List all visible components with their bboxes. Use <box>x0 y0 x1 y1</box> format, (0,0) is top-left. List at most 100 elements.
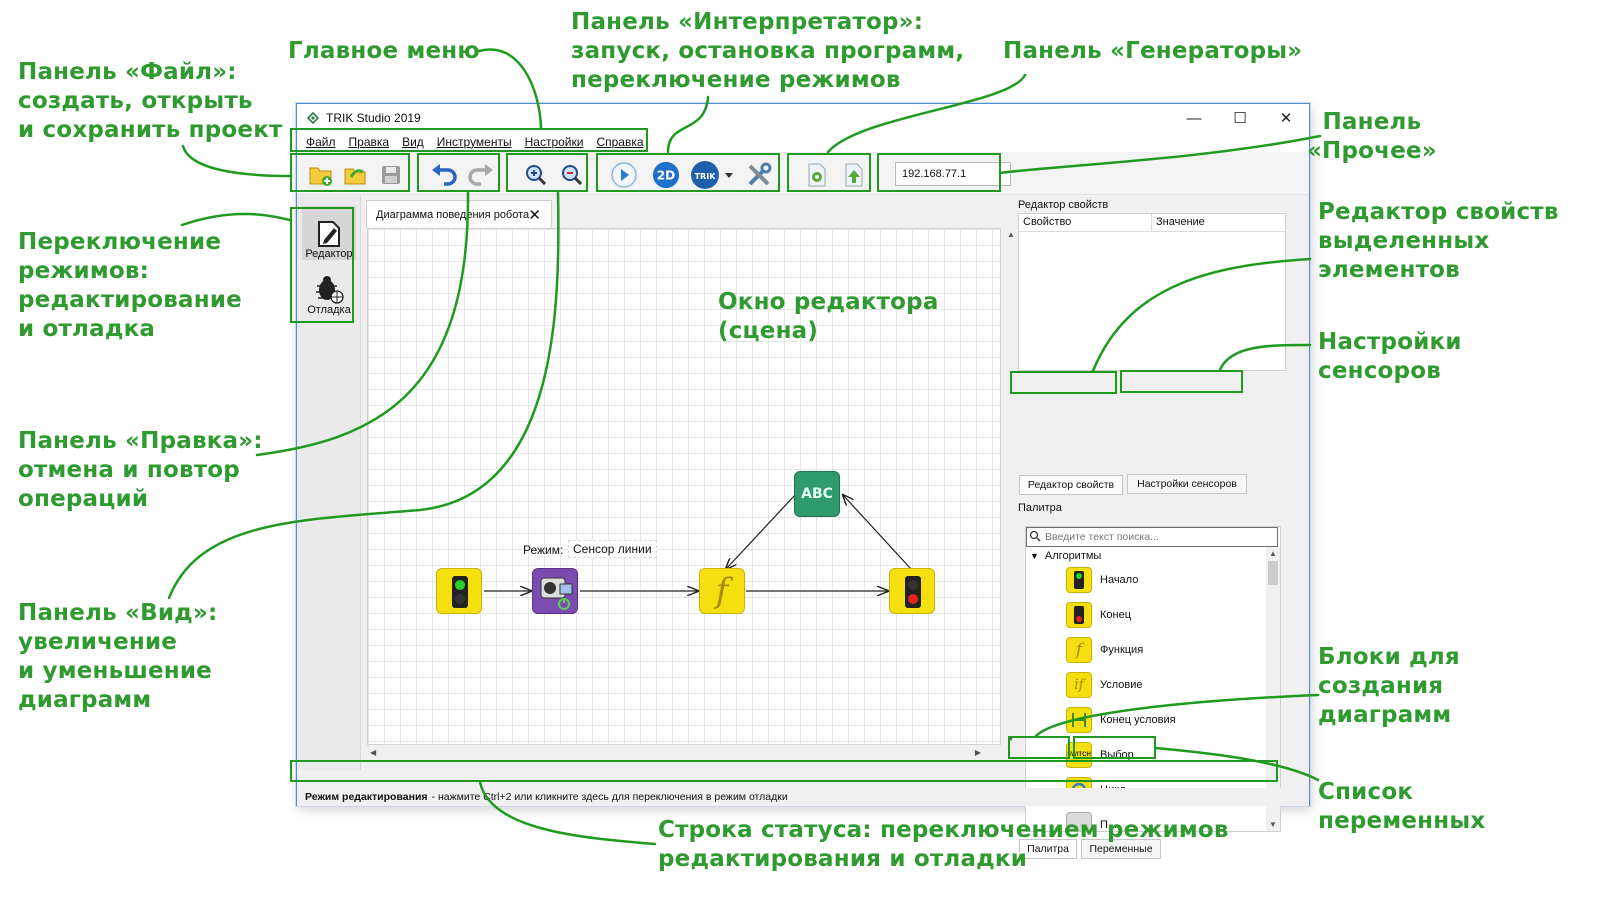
close-button[interactable]: ✕ <box>1263 104 1309 132</box>
redo-button[interactable] <box>467 161 495 189</box>
palette-item-start[interactable]: Начало <box>1066 565 1138 595</box>
debug-mode-label: Отладка <box>307 304 351 316</box>
menu-file[interactable]: Файл <box>306 135 336 149</box>
window-title: TRIK Studio 2019 <box>326 111 421 125</box>
traffic-light-red-icon <box>905 576 921 608</box>
undo-button[interactable] <box>430 161 458 189</box>
tab-diagram[interactable]: Диаграмма поведения робота ✕ <box>366 200 552 228</box>
traffic-light-green-icon <box>452 576 468 608</box>
text-abc-icon: ABC <box>801 486 833 502</box>
zoom-out-button[interactable] <box>558 161 586 189</box>
mode-switcher: Редактор Отладка <box>297 196 361 770</box>
tab-properties-editor[interactable]: Редактор свойств <box>1019 475 1123 495</box>
search-icon <box>1029 530 1041 542</box>
close-tab-icon[interactable]: ✕ <box>528 206 541 224</box>
open-project-button[interactable] <box>342 161 370 189</box>
palette-item-label: Выбор <box>1100 749 1134 761</box>
minimize-button[interactable]: — <box>1171 104 1217 132</box>
toolbar: 2D TRIK 192.168.77.1 <box>297 153 1309 195</box>
maximize-button[interactable]: ☐ <box>1217 104 1263 132</box>
robot-ip-input[interactable]: 192.168.77.1 <box>895 162 1011 186</box>
palette-item-label: Начало <box>1100 574 1139 586</box>
group-label: Алгоритмы <box>1044 550 1102 562</box>
debug-mode-button[interactable]: Отладка <box>302 262 356 316</box>
menu-tools[interactable]: Инструменты <box>437 135 512 149</box>
zoom-in-icon <box>526 165 547 186</box>
start-block[interactable] <box>436 568 482 614</box>
menu-view[interactable]: Вид <box>402 135 424 149</box>
camera-sensor-icon <box>540 577 573 610</box>
scene-horizontal-scrollbar[interactable]: ◀ ▶ <box>367 745 1003 761</box>
main-menu: Файл Правка Вид Инструменты Настройки Сп… <box>297 132 1309 152</box>
generate-code-button[interactable] <box>803 161 831 189</box>
undo-icon <box>432 164 457 186</box>
palette-item-end[interactable]: Конец <box>1066 600 1131 630</box>
editor-mode-button[interactable]: Редактор <box>302 206 356 260</box>
open-project-icon <box>344 168 366 185</box>
settings-tools-button[interactable] <box>745 161 773 189</box>
menu-settings[interactable]: Настройки <box>525 135 584 149</box>
print-text-block[interactable]: ABC <box>794 471 840 517</box>
collapse-arrow-icon: ▼ <box>1030 551 1039 561</box>
annotation-view-panel: Панель «Вид»: увеличение и уменьшение ди… <box>18 600 218 713</box>
palette-title: Палитра <box>1018 502 1062 514</box>
scene-tabbar: Диаграмма поведения робота ✕ <box>363 196 1019 228</box>
col-value: Значение <box>1156 216 1205 228</box>
palette-group-algorithms[interactable]: ▼ Алгоритмы <box>1030 550 1101 562</box>
bug-icon <box>316 276 344 304</box>
annotation-editor-window: Окно редактора (сцена) <box>718 289 939 344</box>
window-controls: — ☐ ✕ <box>1171 104 1309 132</box>
status-bar[interactable]: Режим редактирования - нажмите Ctrl+2 ил… <box>297 788 1309 806</box>
properties-table[interactable]: Свойство Значение <box>1018 213 1286 371</box>
save-icon <box>382 166 400 184</box>
properties-title: Редактор свойств <box>1018 199 1109 211</box>
palette: Введите текст поиска... ▼ Алгоритмы Начал… <box>1025 526 1281 832</box>
sensor-mode-value[interactable]: Сенсор линии <box>568 540 657 558</box>
annotation-file-panel: Панель «Файл»: создать, открыть и сохран… <box>18 59 283 143</box>
menu-edit[interactable]: Правка <box>349 135 390 149</box>
annotation-blocks: Блоки для создания диаграмм <box>1318 644 1460 728</box>
status-mode: Режим редактирования <box>305 791 428 803</box>
upload-icon <box>845 163 863 187</box>
annotation-sensor-settings: Настройки сенсоров <box>1318 329 1462 384</box>
line-sensor-block[interactable] <box>532 568 578 614</box>
2d-model-icon: 2D <box>652 161 680 189</box>
palette-item-label: Конец <box>1100 609 1132 621</box>
traffic-light-red-icon <box>1066 602 1092 628</box>
end-block[interactable] <box>889 568 935 614</box>
condition-icon: if <box>1066 672 1092 698</box>
menu-help[interactable]: Справка <box>596 135 643 149</box>
annotation-interpreter: Панель «Интерпретатор»: запуск, остановк… <box>571 9 965 93</box>
palette-search-input[interactable]: Введите текст поиска... <box>1026 527 1278 547</box>
robot-model-button[interactable]: TRIK <box>690 161 734 189</box>
run-icon <box>611 162 637 188</box>
function-block[interactable]: f <box>699 568 745 614</box>
trik-robot-icon: TRIK <box>691 161 733 189</box>
settings-tools-icon <box>748 162 772 186</box>
annotation-variables: Список переменных <box>1318 779 1486 834</box>
mode-2d-button[interactable]: 2D <box>652 161 680 189</box>
app-window: TRIK Studio 2019 — ☐ ✕ Файл Правка Вид И… <box>296 103 1310 859</box>
save-button[interactable] <box>377 161 405 189</box>
switch-icon: SWITCH <box>1066 742 1092 768</box>
upload-button[interactable] <box>840 161 868 189</box>
edit-pencil-icon <box>318 221 340 247</box>
annotation-properties-editor: Редактор свойств выделенных элементов <box>1318 199 1559 283</box>
new-project-button[interactable] <box>307 161 335 189</box>
zoom-in-button[interactable] <box>522 161 550 189</box>
palette-item-function[interactable]: f Функция <box>1066 635 1143 665</box>
palette-item-end-condition[interactable]: Конец условия <box>1066 705 1176 735</box>
run-button[interactable] <box>610 161 638 189</box>
palette-item-label: Функция <box>1100 644 1144 656</box>
editor-mode-label: Редактор <box>305 248 353 260</box>
new-project-icon <box>309 167 332 186</box>
annotation-modes: Переключение режимов: редактирование и о… <box>18 229 242 342</box>
generate-code-icon <box>808 163 826 187</box>
palette-item-label: Условие <box>1100 679 1143 691</box>
tab-diagram-title: Диаграмма поведения робота <box>376 208 530 221</box>
annotation-main-menu: Главное меню <box>288 38 480 64</box>
palette-item-switch[interactable]: SWITCH Выбор <box>1066 740 1134 770</box>
tab-sensor-settings[interactable]: Настройки сенсоров <box>1127 474 1247 494</box>
sensor-mode-label: Режим: <box>523 543 564 557</box>
palette-item-condition[interactable]: if Условие <box>1066 670 1143 700</box>
